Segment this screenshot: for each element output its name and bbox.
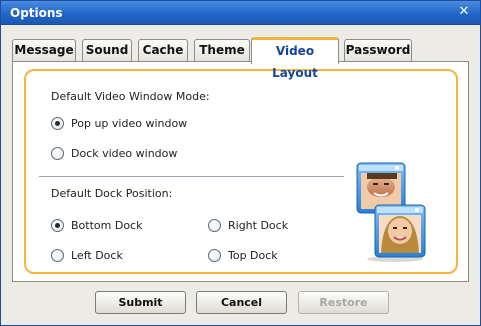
radio-left-dock[interactable]	[51, 249, 64, 262]
window-title: Options	[10, 6, 63, 20]
tab-video-layout[interactable]: Video Layout	[251, 37, 339, 80]
tab-theme[interactable]: Theme	[194, 39, 250, 62]
radio-bottom-dock-label[interactable]: Bottom Dock	[71, 219, 142, 232]
radio-bottom-dock[interactable]	[51, 219, 64, 232]
tab-password[interactable]: Password	[344, 39, 412, 62]
radio-dock-video[interactable]	[51, 147, 64, 160]
settings-group: Default Video Window Mode: Pop up video …	[24, 69, 458, 274]
tab-panel: Default Video Window Mode: Pop up video …	[12, 61, 469, 282]
tab-sound[interactable]: Sound	[82, 39, 132, 62]
radio-right-dock[interactable]	[208, 219, 221, 232]
radio-right-dock-label[interactable]: Right Dock	[228, 219, 288, 232]
submit-button[interactable]: Submit	[95, 291, 186, 314]
radio-popup-video[interactable]	[51, 117, 64, 130]
title-bar[interactable]: Options ✕	[1, 1, 480, 25]
tab-cache[interactable]: Cache	[138, 39, 188, 62]
restore-button[interactable]: Restore	[298, 291, 389, 314]
video-mode-heading: Default Video Window Mode:	[51, 90, 210, 103]
video-windows-icon	[356, 162, 426, 262]
radio-dock-video-label[interactable]: Dock video window	[71, 147, 177, 160]
options-dialog: Options ✕ Message Sound Cache Theme Vide…	[0, 0, 481, 326]
close-icon[interactable]: ✕	[456, 4, 472, 20]
section-divider	[39, 176, 344, 177]
radio-popup-video-label[interactable]: Pop up video window	[71, 117, 187, 130]
tab-message[interactable]: Message	[12, 39, 76, 62]
radio-top-dock-label[interactable]: Top Dock	[228, 249, 278, 262]
radio-top-dock[interactable]	[208, 249, 221, 262]
dock-position-heading: Default Dock Position:	[51, 187, 173, 200]
cancel-button[interactable]: Cancel	[196, 291, 287, 314]
radio-left-dock-label[interactable]: Left Dock	[71, 249, 123, 262]
